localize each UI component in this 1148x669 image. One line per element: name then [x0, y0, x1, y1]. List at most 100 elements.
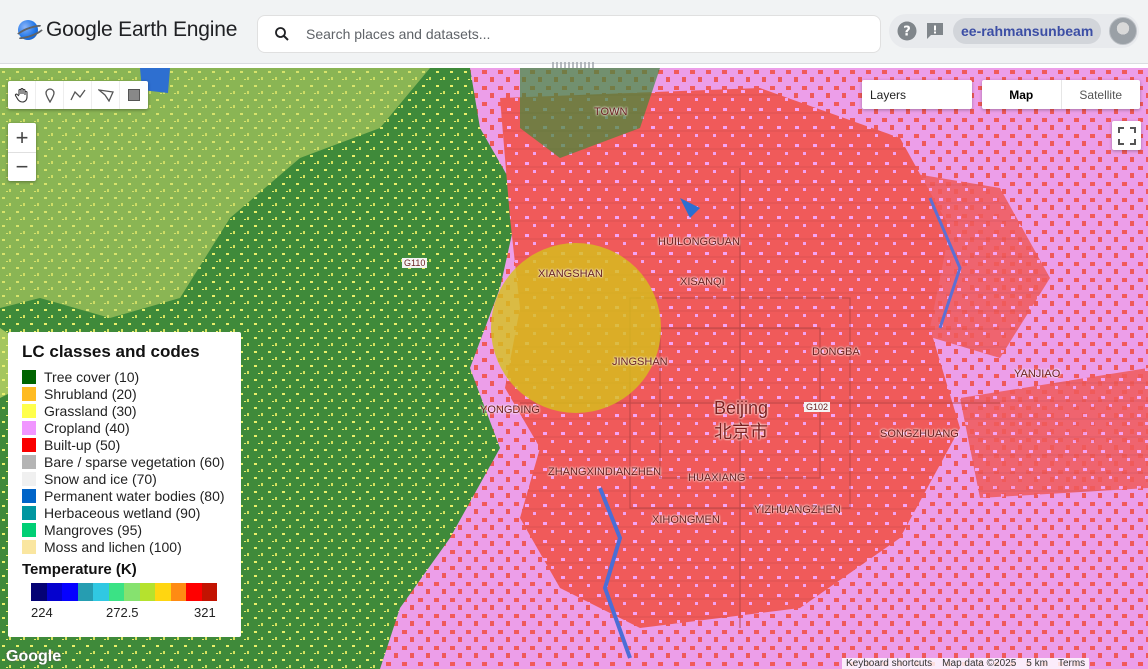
help-icon[interactable]: ?: [897, 21, 917, 41]
place-label: YANJIAO: [1014, 368, 1061, 380]
zoom-control: + −: [8, 123, 36, 181]
legend-row: Herbaceous wetland (90): [22, 504, 227, 521]
scale-label: 5 km: [1026, 658, 1048, 669]
legend-title: LC classes and codes: [22, 342, 200, 361]
legend-label: Mangroves (95): [44, 521, 143, 538]
place-label: ZHANGXINDIANZHEN: [548, 466, 662, 478]
colorbar-segment: [201, 583, 217, 601]
place-label: TOWN: [594, 106, 628, 118]
fullscreen-icon[interactable]: [1112, 121, 1141, 150]
drawing-toolbar: [8, 81, 148, 109]
place-label: YONGDING: [480, 404, 540, 416]
svg-text:?: ?: [903, 25, 911, 40]
account-group: ? ee-rahmansunbeam: [889, 14, 1139, 48]
map-type-map-button[interactable]: Map: [982, 80, 1062, 109]
legend-swatch: [22, 522, 36, 537]
colorbar-ticks: 224 272.5 321: [22, 605, 222, 621]
search-input[interactable]: [306, 26, 846, 42]
colorbar-segment: [108, 583, 124, 601]
colorbar-max-label: 321: [194, 605, 216, 620]
pan-hand-icon[interactable]: [8, 81, 36, 109]
temperature-title: Temperature (K): [22, 561, 137, 578]
search-icon: [258, 25, 306, 43]
legend-label: Grassland (30): [44, 402, 137, 419]
keyboard-shortcuts-link[interactable]: Keyboard shortcuts: [846, 658, 932, 669]
legend-classes: Tree cover (10) Shrubland (20) Grassland (…: [22, 368, 227, 555]
colorbar-segment: [186, 583, 202, 601]
colorbar-segment: [46, 583, 62, 601]
colorbar-segment: [155, 583, 171, 601]
legend-row: Built-up (50): [22, 436, 227, 453]
colorbar-segment: [170, 583, 186, 601]
legend-swatch: [22, 505, 36, 520]
legend-row: Tree cover (10): [22, 368, 227, 385]
colorbar-mid-label: 272.5: [106, 605, 139, 620]
legend-row: Moss and lichen (100): [22, 538, 227, 555]
legend-label: Built-up (50): [44, 436, 121, 453]
legend-label: Bare / sparse vegetation (60): [44, 453, 225, 470]
legend-swatch: [22, 471, 36, 486]
road-label: G110: [402, 258, 428, 268]
map-type-toggle: Map Satellite: [982, 80, 1140, 109]
legend-label: Shrubland (20): [44, 385, 137, 402]
place-label: SONGZHUANG: [880, 428, 959, 440]
colorbar-segment: [31, 583, 47, 601]
line-draw-icon[interactable]: [64, 81, 92, 109]
place-label: JINGSHAN: [612, 356, 668, 368]
legend-label: Permanent water bodies (80): [44, 487, 225, 504]
city-label-zh: 北京市: [714, 422, 768, 442]
search-box[interactable]: [257, 15, 881, 53]
colorbar-segment: [93, 583, 109, 601]
legend-swatch: [22, 386, 36, 401]
legend-row: Cropland (40): [22, 419, 227, 436]
legend-row: Bare / sparse vegetation (60): [22, 453, 227, 470]
map-canvas[interactable]: TOWN XIANGSHAN HUILONGGUAN XISANQI YONGD…: [0, 68, 1148, 669]
map-data-label: Map data ©2025: [942, 658, 1017, 669]
place-label: XISANQI: [680, 276, 725, 288]
legend-label: Herbaceous wetland (90): [44, 504, 201, 521]
layers-button[interactable]: Layers: [862, 80, 972, 109]
zoom-in-button[interactable]: +: [8, 123, 36, 152]
legend-row: Shrubland (20): [22, 385, 227, 402]
legend-label: Cropland (40): [44, 419, 130, 436]
map-attribution: Keyboard shortcuts Map data ©2025 5 km T…: [842, 658, 1090, 669]
legend-label: Snow and ice (70): [44, 470, 157, 487]
legend-swatch: [22, 539, 36, 554]
legend-row: Snow and ice (70): [22, 470, 227, 487]
terms-link[interactable]: Terms: [1058, 658, 1085, 669]
app-title: Google Earth Engine: [46, 18, 238, 41]
place-label: DONGBA: [812, 346, 860, 358]
rectangle-draw-icon[interactable]: [120, 81, 148, 109]
place-label: XIANGSHAN: [538, 268, 603, 280]
city-label-en: Beijing: [714, 398, 769, 418]
point-marker-icon[interactable]: [36, 81, 64, 109]
user-account-button[interactable]: ee-rahmansunbeam: [953, 18, 1102, 44]
earth-engine-logo-icon: [18, 20, 38, 40]
legend-panel: LC classes and codes Tree cover (10) Shru…: [8, 332, 241, 637]
legend-swatch: [22, 437, 36, 452]
top-bar: Google Earth Engine ? ee-rahmansunbeam: [0, 0, 1148, 68]
place-label: XIHONGMEN: [652, 514, 720, 526]
temperature-colorbar: [31, 583, 217, 601]
colorbar-min-label: 224: [31, 605, 53, 620]
polygon-draw-icon[interactable]: [92, 81, 120, 109]
colorbar-segment: [139, 583, 155, 601]
place-label: HUILONGGUAN: [658, 236, 740, 248]
feedback-icon[interactable]: [925, 21, 945, 41]
place-label: HUAXIANG: [688, 472, 746, 484]
legend-swatch: [22, 488, 36, 503]
logo[interactable]: Google Earth Engine: [18, 18, 237, 42]
legend-label: Moss and lichen (100): [44, 538, 182, 555]
legend-swatch: [22, 369, 36, 384]
place-label: YIZHUANGZHEN: [754, 504, 841, 516]
legend-row: Mangroves (95): [22, 521, 227, 538]
legend-row: Permanent water bodies (80): [22, 487, 227, 504]
zoom-out-button[interactable]: −: [8, 152, 36, 181]
earth-engine-app: Google Earth Engine ? ee-rahmansunbeam: [0, 0, 1148, 669]
colorbar-segment: [62, 583, 78, 601]
map-type-satellite-button[interactable]: Satellite: [1062, 80, 1141, 109]
legend-swatch: [22, 403, 36, 418]
colorbar-segment: [124, 583, 140, 601]
avatar-icon[interactable]: [1109, 17, 1138, 45]
legend-swatch: [22, 420, 36, 435]
